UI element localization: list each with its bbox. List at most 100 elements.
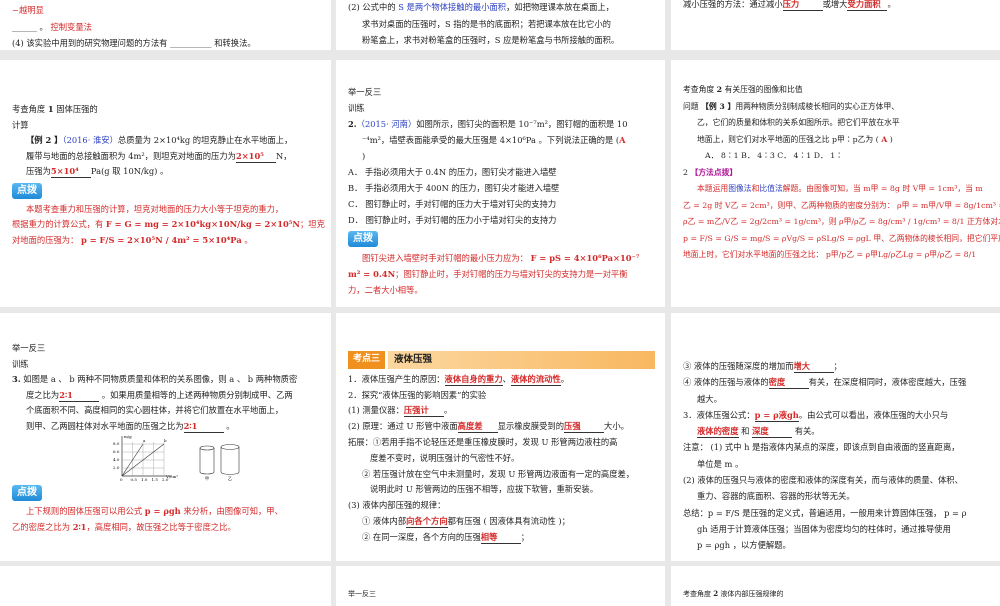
text-line: (2) 液体的压强只与液体的密度和液体的深度有关，而与液体的质量、体积、 <box>683 472 990 488</box>
text-line: gh 适用于计算液体压强；当固体为密度均匀的柱体时，通过推导使用 <box>683 521 990 537</box>
mass-volume-graph: m/gV/cm³8.06.04.02.00 0.5 1.0 1.5 2.0a b甲乙 <box>113 434 240 482</box>
text-segment: 。 <box>241 234 253 245</box>
text-segment: 乙 = 2g 时 V乙 = 2cm³，则甲、乙两种物质的密度分别为： ρ甲 = … <box>683 200 1000 210</box>
text-segment: 。 <box>887 0 896 9</box>
answer-blank: 增大 <box>793 361 834 373</box>
text-segment: 本题考查重力和压强的计算，坦克对地面的压力大小等于坦克的重力， <box>26 203 284 214</box>
y-tick-label: 2.0 <box>113 465 120 470</box>
cylinder-label: 甲 <box>205 476 209 481</box>
text-line: (3) 液体内部压强的规律： <box>348 498 655 514</box>
text-line: (1) 测量仪器：压强计。 <box>348 403 655 419</box>
cylinder-label: 乙 <box>228 475 232 481</box>
text-line: 训练 <box>348 100 655 116</box>
slide-thumbnail[interactable]: 考点三 液体压强 1．液体压强产生的原因：液体自身的重力、液体的流动性。 2．探究“液… <box>336 313 665 561</box>
text-segment: S 是两个物体接触的最小面积 <box>398 2 507 12</box>
text-line: 举一反三 <box>12 341 321 357</box>
answer-blank: 压力 <box>782 0 823 11</box>
x-tick-label: 1.5 <box>152 477 159 482</box>
text-line: ______ 。 控制变量法 <box>12 19 321 36</box>
text-segment: F = pS = 4×10⁶Pa×10⁻⁷ <box>530 253 640 263</box>
text-segment: N， <box>275 150 292 161</box>
text-segment: 总质量为 2×10⁴kg 的坦克静止在水平地面上， <box>117 135 293 145</box>
text-line: 本题考查重力和压强的计算，坦克对地面的压力大小等于坦克的重力， <box>12 202 321 218</box>
text-segment: 2．探究“液体压强的影响因素”的实验 <box>348 389 487 400</box>
text-segment: 地面上时，它们对水平地面的压强之比： p甲/p乙 = ρ甲Lg/ρ乙Lg = ρ… <box>683 250 977 259</box>
text-segment: ④ 液体的压强与液体的 <box>683 377 769 388</box>
text-line: ④ 液体的压强与液体的密度 有关，在深度相同时，液体密度越大，压强 <box>683 374 990 390</box>
text-line: 越大。 <box>683 391 990 407</box>
text-segment: 度之比为 <box>26 389 60 400</box>
text-segment: p = ρgh <box>144 506 181 516</box>
text-segment: 2. <box>348 119 357 129</box>
text-segment: p = F/S = G/S = mg/S = ρVg/S = ρSLg/S = … <box>683 233 1000 243</box>
text-line: 度差不变时，说明压强计的气密性不好。 <box>348 451 655 467</box>
text-segment: 履带与地面的总接触面积为 4m²，则坦克对地面的压力为 <box>26 150 236 161</box>
slide-thumbnail[interactable]: (2) 公式中的 S 是两个物体接触的最小面积，如把物理课本放在桌面上， 求书对桌… <box>336 0 665 50</box>
text-segment: 个底面积不同、高度相同的实心圆柱体，并将它们放置在水平地面上， <box>26 405 284 415</box>
text-line: 液体的密度 和 深度 有关。 <box>683 423 990 439</box>
text-line: A． 8∶1 B． 4∶3 C． 4∶1 D． 1∶ <box>683 148 990 165</box>
text-segment: 乙，它们的质量和体积的关系如图所示。把它们平放在水平 <box>697 118 900 127</box>
text-segment: m² = 0.4N <box>348 269 396 279</box>
text-segment: 上下规则的固体压强可以用公式 <box>26 506 145 516</box>
text-segment: p = ρgh ，以方便解题。 <box>697 540 791 551</box>
slide-thumbnail[interactable]: 减小压强的方法：通过减小压力 或增大受力面积。 <box>671 0 1000 50</box>
text-line: ① 液体内部向各个方向都有压强 ( 因液体具有流动性 )； <box>348 514 655 530</box>
text-segment: ，如把物理课本放在桌面上， <box>506 2 614 12</box>
text-line: 单位是 m 。 <box>683 456 990 472</box>
answer-blank: p = ρ液gh <box>754 409 799 422</box>
text-segment: 液体内部压强规律的 <box>718 590 784 598</box>
answer-blank: 相等 <box>480 532 521 544</box>
answer-blank: 2∶1 <box>59 390 100 402</box>
text-line: 度之比为2∶1 。如果用质量相等的上述两种物质分别制成甲、乙两 <box>12 388 321 404</box>
text-segment: 举一反三 <box>348 87 382 97</box>
answer-blank: 向各个方向 <box>406 515 448 528</box>
text-segment: 都有压强 ( 因液体具有流动性 )； <box>447 515 570 526</box>
text-segment: D． 图钉静止时，手对钉帽的压力小于墙对钉尖的支持力 <box>348 215 557 225</box>
text-segment: 和 <box>738 426 753 437</box>
text-segment: 来分析，由图像可知，甲、 <box>180 506 283 516</box>
text-line: 拓展：①若用手指不论轻压还是重压橡皮膜时，发现 U 形管两边液柱的高 <box>348 435 655 451</box>
text-segment: 训练 <box>12 358 29 369</box>
text-segment: ；图钉静止时，手对钉帽的压力与墙对钉尖的支持力是一对平衡 <box>395 269 628 279</box>
text-segment: 或增大 <box>822 0 848 9</box>
text-segment: 【例 3 】 <box>701 101 736 111</box>
text-line: 求书对桌面的压强时，S 指的是书的底面积；若把课本放在比它小的 <box>348 16 655 33</box>
slide-thumbnail[interactable]: 举一反三 <box>336 566 665 606</box>
text-segment: 图钉尖进入墙壁时手对钉帽的最小压力应为： <box>362 253 531 263</box>
text-segment: 控制变量法 <box>47 21 92 32</box>
text-line: 根据重力的计算公式，有 F = G = mg = 2×10⁴kg×10N/kg … <box>12 217 325 233</box>
slide-thumbnail[interactable]: −越明显 ______ 。 控制变量法 (4) 该实验中用到的研究物理问题的方法有 … <box>0 0 331 50</box>
text-segment: 则甲、乙两圆柱体对水平地面的压强之比为 <box>26 420 184 431</box>
text-segment: 求书对桌面的压强时，S 指的是书的底面积；若把课本放在比它小的 <box>362 18 611 29</box>
text-line: 考查角度 2 有关压强的图像和比值 <box>683 82 990 99</box>
text-segment: 比值法 <box>759 184 783 193</box>
slide-thumbnail[interactable]: 考查角度 2 有关压强的图像和比值 问题 【例 3 】用两种物质分别制成棱长相同的… <box>671 60 1000 307</box>
text-line: ρ乙 = m乙/V乙 = 2g/2cm³ = 1g/cm³，则 ρ甲/ρ乙 = … <box>683 214 1000 231</box>
text-segment: ② 在同一深度，各个方向的压强 <box>362 531 481 542</box>
tip-badge: 点拨 <box>12 182 42 199</box>
y-tick-label: 8.0 <box>113 441 120 446</box>
text-line: 履带与地面的总接触面积为 4m²，则坦克对地面的压力为2×10⁵ N， <box>12 149 321 165</box>
text-segment: ) <box>887 134 893 144</box>
text-line: 注意： (1) 式中 h 是指液体内某点的深度，即该点到自由液面的竖直距离， <box>683 439 990 455</box>
text-segment: 单位是 m 。 <box>697 458 744 469</box>
slide-thumbnail[interactable]: ③ 液体的压强随深度的增加而增大； ④ 液体的压强与液体的密度 有关，在深度相同时，… <box>671 313 1000 561</box>
slide-thumbnail[interactable]: 举一反三 训练 3. 如图是 a 、 b 两种不同物质质量和体积的关系图像，则 a … <box>0 313 331 561</box>
text-line: (4) 该实验中用到的研究物理问题的方法有 __________ 和转换法。 <box>12 35 321 50</box>
text-segment: 固体压强的 <box>53 104 98 114</box>
slide-thumbnail[interactable]: 举一反三 训练 2.（2015· 河南）如图所示，图钉尖的面积是 10⁻⁷m²，图钉… <box>336 60 665 307</box>
slide-thumbnail[interactable]: 考查角度 2 液体内部压强规律的 <box>671 566 1000 606</box>
text-segment: 考查角度 <box>683 85 717 94</box>
text-segment: 。 <box>223 420 235 431</box>
text-line: 乙的密度之比为 2∶1，高度相同，故压强之比等于密度之比。 <box>12 520 321 536</box>
text-segment: gh 适用于计算液体压强；当固体为密度均匀的柱体时，通过推导使用 <box>697 523 951 534</box>
slide-thumbnail[interactable]: 考查角度 1 固体压强的 计算 【例 2 】（2016· 淮安）总质量为 2×10⁴… <box>0 60 331 307</box>
text-line: 【例 2 】（2016· 淮安）总质量为 2×10⁴kg 的坦克静止在水平地面上… <box>12 133 321 149</box>
text-segment: 有关压强的图像和比值 <box>722 85 803 94</box>
text-line: 考查角度 1 固体压强的 <box>12 102 321 118</box>
text-line: 3．液体压强公式：p = ρ液gh。由公式可以看出，液体压强的大小只与 <box>683 407 990 423</box>
text-segment: 力，二者大小相等。 <box>348 285 423 295</box>
text-line: 乙，它们的质量和体积的关系如图所示。把它们平放在水平 <box>683 115 990 132</box>
slide-thumbnail[interactable] <box>0 566 331 606</box>
